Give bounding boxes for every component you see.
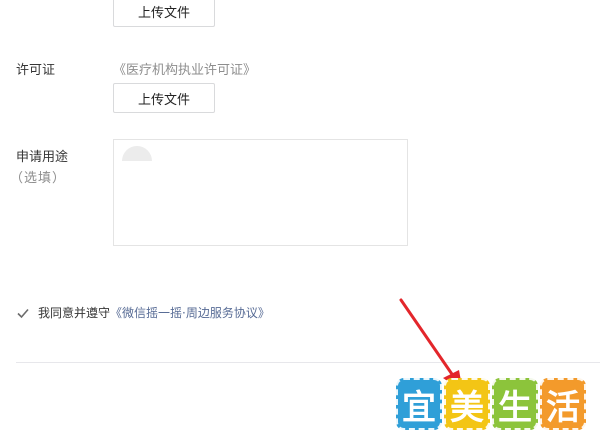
watermark-tile-4: 活 [540,378,586,430]
loading-icon [122,146,152,161]
agreement-text: 我同意并遵守 [38,306,111,320]
checkmark-icon [17,308,29,318]
license-label: 许可证 [16,63,56,78]
agreement-checkbox[interactable] [16,306,30,320]
upload-file-button-2[interactable]: 上传文件 [113,83,215,113]
watermark-tile-1: 宜 [396,378,442,430]
agreement-link[interactable]: 《微信摇一摇·周边服务协议》 [110,304,270,321]
license-hint: 《医疗机构执业许可证》 [113,63,257,78]
purpose-optional-hint: （选填） [10,171,67,186]
upload-file-button-label: 上传文件 [137,92,190,108]
watermark-tile-3: 生 [492,378,538,430]
purpose-label: 申请用途 [16,150,69,165]
upload-file-button-label: 上传文件 [137,6,190,21]
watermark-tile-2: 美 [444,378,490,430]
upload-file-button-1[interactable]: 上传文件 [113,0,215,27]
purpose-textarea[interactable] [113,139,408,246]
divider [16,362,600,363]
agreement-row: 我同意并遵守 《微信摇一摇·周边服务协议》 [16,304,270,321]
